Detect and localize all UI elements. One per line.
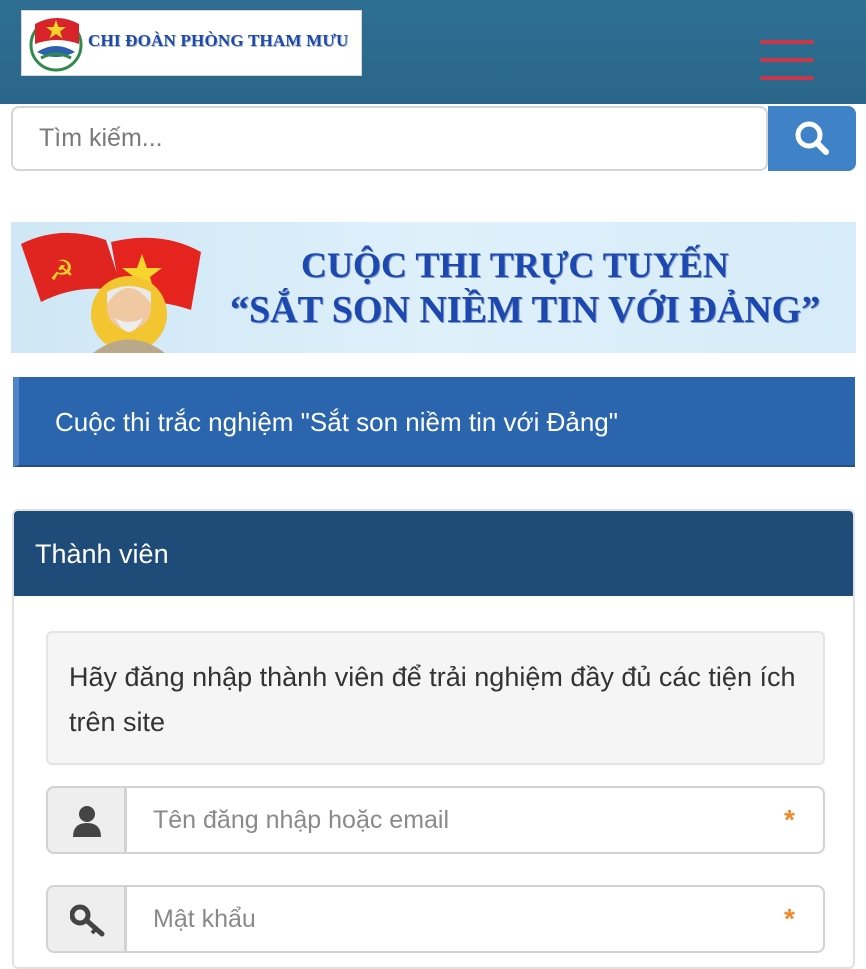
required-marker: * <box>784 903 795 934</box>
svg-text:☭: ☭ <box>49 254 74 287</box>
password-field[interactable] <box>125 885 825 953</box>
username-addon <box>46 786 126 854</box>
contest-banner[interactable]: ☭ CUỘC THI TRỰC TUYẾN “SẮT SON NIỀM TIN … <box>11 222 856 353</box>
username-field[interactable] <box>125 786 825 854</box>
user-icon <box>73 806 101 837</box>
search-input[interactable] <box>11 106 768 171</box>
login-notice-text: Hãy đăng nhập thành viên để trải nghiệm … <box>69 662 796 737</box>
search-icon <box>795 121 829 155</box>
search-button[interactable] <box>768 106 856 171</box>
banner-subtitle: “SẮT SON NIỀM TIN VỚI ĐẢNG” <box>230 289 821 331</box>
youth-union-emblem-icon <box>29 18 83 72</box>
hamburger-icon <box>760 40 814 44</box>
key-icon <box>70 904 105 937</box>
password-row: * <box>46 885 825 953</box>
page-title-bar: Cuộc thi trắc nghiệm "Sắt son niềm tin v… <box>13 377 855 467</box>
menu-button[interactable] <box>760 40 816 84</box>
logo-text: CHI ĐOÀN PHÒNG THAM MƯU <box>88 31 349 50</box>
site-logo[interactable]: CHI ĐOÀN PHÒNG THAM MƯU <box>21 10 362 76</box>
page-title: Cuộc thi trắc nghiệm "Sắt son niềm tin v… <box>55 407 618 437</box>
member-panel: Thành viên Hãy đăng nhập thành viên để t… <box>12 509 855 969</box>
username-row: * <box>46 786 825 854</box>
login-notice: Hãy đăng nhập thành viên để trải nghiệm … <box>46 631 825 765</box>
required-marker: * <box>784 804 795 835</box>
banner-title: CUỘC THI TRỰC TUYẾN <box>301 245 729 285</box>
top-header: CHI ĐOÀN PHÒNG THAM MƯU <box>0 0 866 104</box>
password-addon <box>46 885 126 953</box>
member-panel-title: Thành viên <box>35 539 169 569</box>
member-panel-header: Thành viên <box>14 511 853 596</box>
flag-portrait-illustration: ☭ <box>21 232 201 353</box>
